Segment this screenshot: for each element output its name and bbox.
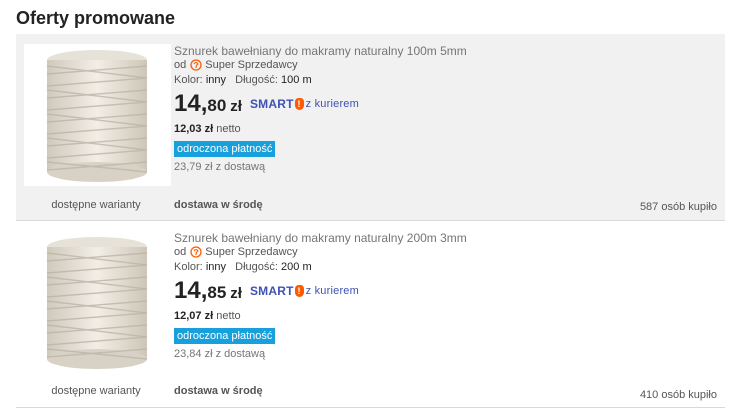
price-with-shipping: 23,79 zł z dostawą <box>174 161 266 173</box>
price-fraction: 85 <box>207 283 227 302</box>
offer-card[interactable]: dostępne warianty Sznurek bawełniany do … <box>16 34 725 221</box>
smart-exclamation-icon: ! <box>294 285 304 297</box>
smart-label: SMART <box>249 97 294 111</box>
price-fraction: 80 <box>207 96 227 115</box>
smart-label: SMART <box>249 284 294 298</box>
smart-badge: SMART ! z kurierem <box>250 97 359 111</box>
price-row: 14, 80 zł SMART ! z kurierem <box>174 90 359 118</box>
netto-price: 12,07 zł netto <box>174 310 241 322</box>
deferred-payment-badge: odroczona płatność <box>174 141 276 157</box>
offer-attributes: Kolor: inny Długość: 100 m <box>174 74 312 86</box>
color-value: inny <box>205 74 226 86</box>
product-image[interactable] <box>24 231 171 373</box>
length-value: 100 m <box>281 74 312 86</box>
seller-info: od Super Sprzedawcy <box>174 246 298 258</box>
delivery-date: dostawa w środę <box>174 199 263 211</box>
netto-value: 12,03 zł <box>174 123 214 135</box>
seller-info: od Super Sprzedawcy <box>174 59 298 71</box>
smart-exclamation-icon: ! <box>294 98 304 110</box>
offer-title[interactable]: Sznurek bawełniany do makramy naturalny … <box>174 231 467 245</box>
seller-prefix: od <box>174 59 187 71</box>
price-row: 14, 85 zł SMART ! z kurierem <box>174 277 359 305</box>
color-label: Kolor: <box>174 74 203 86</box>
super-seller-badge-icon <box>190 59 202 71</box>
seller-prefix: od <box>174 246 187 258</box>
netto-label: netto <box>216 310 241 322</box>
offer-title[interactable]: Sznurek bawełniany do makramy naturalny … <box>174 44 467 58</box>
netto-price: 12,03 zł netto <box>174 123 241 135</box>
price-integer: 14, <box>174 277 208 304</box>
section-title: Oferty promowane <box>16 8 176 28</box>
variants-link[interactable]: dostępne warianty <box>16 385 176 397</box>
seller-label: Super Sprzedawcy <box>205 246 298 258</box>
price-currency: zł <box>230 285 242 302</box>
length-label: Długość: <box>235 261 278 273</box>
smart-courier-label: z kurierem <box>305 285 359 297</box>
color-value: inny <box>205 261 226 273</box>
smart-courier-label: z kurierem <box>305 98 359 110</box>
offer-attributes: Kolor: inny Długość: 200 m <box>174 261 312 273</box>
price-currency: zł <box>230 98 242 115</box>
price-integer: 14, <box>174 90 208 117</box>
price-with-shipping: 23,84 zł z dostawą <box>174 348 266 360</box>
smart-badge: SMART ! z kurierem <box>250 284 359 298</box>
product-image[interactable] <box>24 44 171 186</box>
netto-label: netto <box>216 123 241 135</box>
length-label: Długość: <box>235 74 278 86</box>
offer-card[interactable]: dostępne warianty Sznurek bawełniany do … <box>16 221 725 408</box>
netto-value: 12,07 zł <box>174 310 214 322</box>
bought-count: 410 osób kupiło <box>639 389 717 401</box>
bought-count: 587 osób kupiło <box>639 201 717 213</box>
delivery-date: dostawa w środę <box>174 385 263 397</box>
seller-label: Super Sprzedawcy <box>205 59 298 71</box>
variants-link[interactable]: dostępne warianty <box>16 199 176 211</box>
length-value: 200 m <box>281 261 312 273</box>
deferred-payment-badge: odroczona płatność <box>174 328 276 344</box>
color-label: Kolor: <box>174 261 203 273</box>
super-seller-badge-icon <box>190 246 202 258</box>
